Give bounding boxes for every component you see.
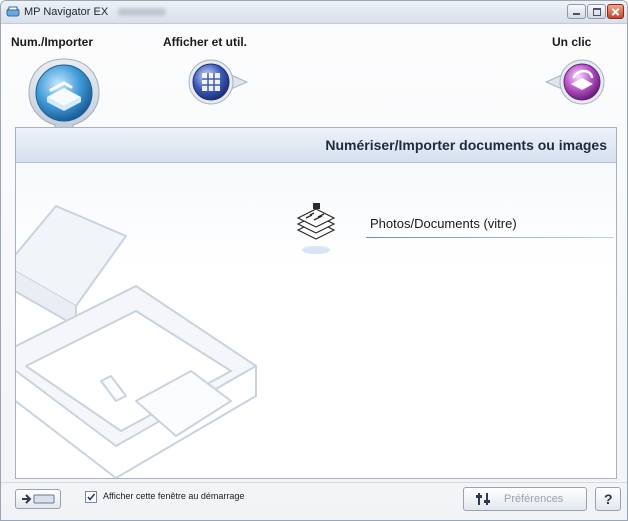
tab-one-click-label[interactable]: Un clic bbox=[552, 35, 591, 49]
content-panel: Numériser/Importer documents ou images P… bbox=[15, 127, 617, 479]
view-use-icon[interactable] bbox=[181, 59, 253, 105]
maximize-button[interactable] bbox=[587, 4, 606, 19]
help-label: ? bbox=[604, 491, 613, 507]
footer-divider bbox=[1, 482, 627, 483]
panel-title: Numériser/Importer documents ou images bbox=[325, 137, 607, 153]
minimize-button[interactable] bbox=[567, 4, 586, 19]
item-underline bbox=[366, 237, 614, 238]
preferences-icon bbox=[476, 493, 490, 505]
photos-documents-platen-item[interactable]: Photos/Documents (vitre) bbox=[292, 200, 614, 270]
tab-scan-import-label[interactable]: Num./Importer bbox=[11, 35, 93, 49]
show-at-startup-checkbox[interactable] bbox=[85, 491, 97, 503]
documents-stack-icon bbox=[296, 203, 336, 254]
window-title-redacted bbox=[118, 8, 166, 16]
photos-documents-label: Photos/Documents (vitre) bbox=[370, 216, 517, 231]
preferences-button[interactable]: Préférences bbox=[463, 487, 587, 511]
checkmark-icon bbox=[87, 493, 96, 501]
main-window: MP Navigator EX Num./Importer Afficher e… bbox=[0, 0, 628, 521]
window-title: MP Navigator EX bbox=[24, 6, 109, 18]
help-button[interactable]: ? bbox=[595, 487, 621, 511]
show-at-startup-label[interactable]: Afficher cette fenêtre au démarrage bbox=[103, 491, 244, 501]
switch-window-button[interactable] bbox=[15, 489, 61, 509]
scanner-illustration bbox=[16, 205, 257, 478]
panel-header: Numériser/Importer documents ou images bbox=[16, 128, 616, 163]
switch-arrow-icon bbox=[22, 494, 55, 504]
title-bar[interactable]: MP Navigator EX bbox=[1, 1, 627, 24]
scanner-app-icon bbox=[6, 6, 20, 17]
tab-view-use-label[interactable]: Afficher et util. bbox=[163, 35, 247, 49]
preferences-label: Préférences bbox=[504, 493, 564, 505]
close-button[interactable] bbox=[607, 4, 624, 19]
one-click-icon[interactable] bbox=[540, 59, 612, 105]
